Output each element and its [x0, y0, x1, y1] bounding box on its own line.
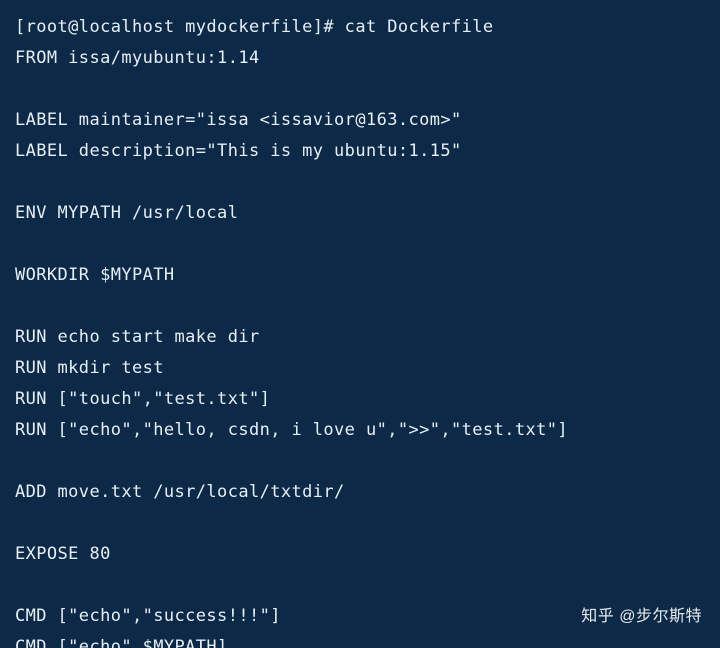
- terminal-line: CMD ["echo",$MYPATH]: [15, 632, 705, 648]
- zhihu-logo-icon: 知乎: [581, 601, 614, 632]
- terminal-line: ENV MYPATH /usr/local: [15, 198, 705, 229]
- terminal-line: FROM issa/myubuntu:1.14: [15, 43, 705, 74]
- terminal-line: [15, 446, 705, 477]
- terminal-line: LABEL description="This is my ubuntu:1.1…: [15, 136, 705, 167]
- terminal-line: [15, 74, 705, 105]
- terminal-line: RUN ["echo","hello, csdn, i love u",">>"…: [15, 415, 705, 446]
- terminal-line: WORKDIR $MYPATH: [15, 260, 705, 291]
- terminal-line: [15, 229, 705, 260]
- terminal-line: [15, 291, 705, 322]
- terminal-line: RUN ["touch","test.txt"]: [15, 384, 705, 415]
- terminal-line: [15, 570, 705, 601]
- terminal-line: RUN mkdir test: [15, 353, 705, 384]
- terminal-line: ADD move.txt /usr/local/txtdir/: [15, 477, 705, 508]
- terminal-line: [15, 167, 705, 198]
- watermark-handle: @步尔斯特: [619, 608, 702, 625]
- terminal-line: LABEL maintainer="issa <issavior@163.com…: [15, 105, 705, 136]
- terminal-line: EXPOSE 80: [15, 539, 705, 570]
- watermark: 知乎 @步尔斯特: [581, 601, 702, 632]
- terminal-line: [root@localhost mydockerfile]# cat Docke…: [15, 12, 705, 43]
- terminal-line: [15, 508, 705, 539]
- brand-name: 知乎: [581, 601, 614, 632]
- terminal-output: [root@localhost mydockerfile]# cat Docke…: [15, 12, 705, 648]
- terminal-line: RUN echo start make dir: [15, 322, 705, 353]
